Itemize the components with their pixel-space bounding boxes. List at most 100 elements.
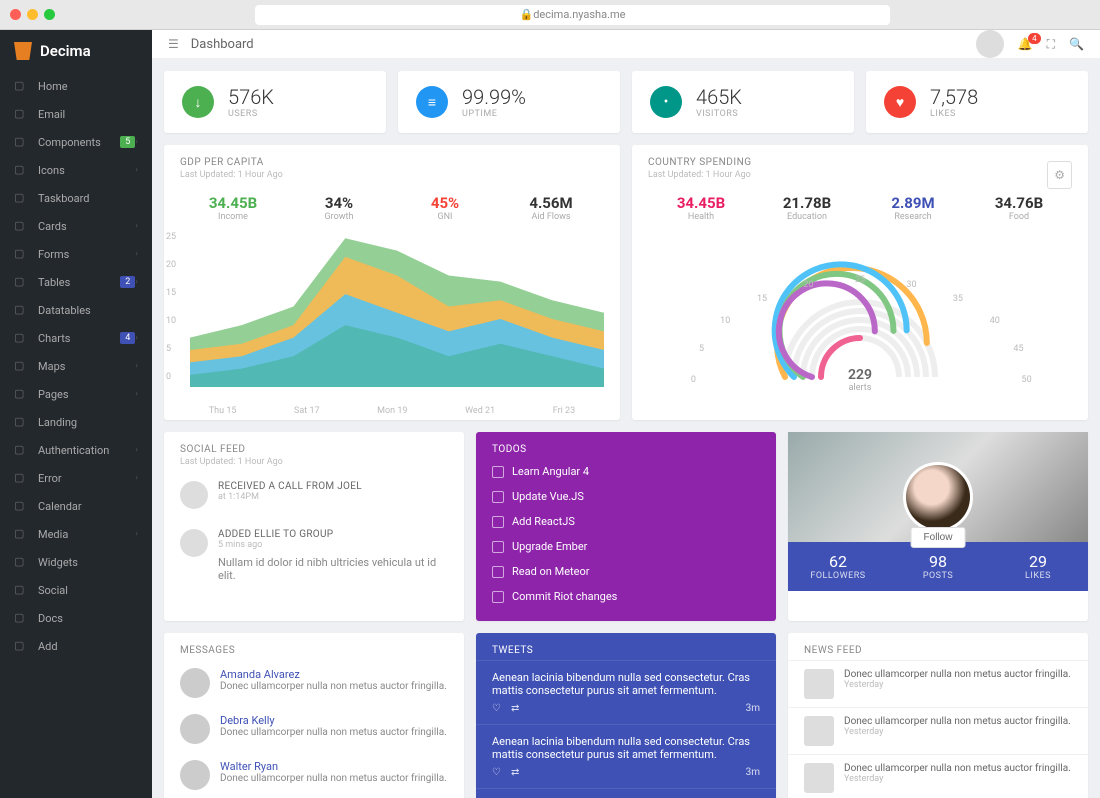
message-sender: Debra Kelly: [220, 714, 447, 727]
sidebar-item-authentication[interactable]: ▢Authentication›: [0, 436, 152, 464]
tweet-item: Aenean lacinia bibendum nulla sed consec…: [476, 788, 776, 798]
chevron-right-icon: ›: [135, 445, 138, 455]
url-bar[interactable]: 🔒 decima.nyasha.me: [255, 5, 890, 25]
todo-item[interactable]: Update Vue.JS: [476, 484, 776, 509]
social-icon: ▢: [14, 583, 28, 597]
news-item[interactable]: Donec ullamcorper nulla non metus auctor…: [788, 707, 1088, 754]
checkbox[interactable]: [492, 466, 504, 478]
todo-item[interactable]: Commit Riot changes: [476, 584, 776, 609]
checkbox[interactable]: [492, 491, 504, 503]
country-stat-label: Health: [648, 212, 754, 222]
todo-item[interactable]: Upgrade Ember: [476, 534, 776, 559]
chevron-right-icon: ›: [135, 277, 138, 287]
message-item[interactable]: Amanda AlvarezDonec ullamcorper nulla no…: [164, 660, 464, 706]
chevron-right-icon: ›: [135, 221, 138, 231]
topbar: ☰ Dashboard 🔔 ⛶ 🔍: [152, 30, 1100, 59]
sidebar-item-tables[interactable]: ▢Tables2›: [0, 268, 152, 296]
sidebar-item-charts[interactable]: ▢Charts4›: [0, 324, 152, 352]
messages-title: MESSAGES: [180, 645, 448, 656]
media-icon: ▢: [14, 527, 28, 541]
sidebar-item-datatables[interactable]: ▢Datatables: [0, 296, 152, 324]
social-feed-sub: Last Updated: 1 Hour Ago: [180, 457, 448, 467]
profile-avatar[interactable]: [903, 462, 973, 532]
tweet-item: Aenean lacinia bibendum nulla sed consec…: [476, 724, 776, 788]
profile-stat[interactable]: 62FOLLOWERS: [788, 542, 888, 591]
todo-item[interactable]: Learn Angular 4: [476, 459, 776, 484]
home-icon: ▢: [14, 79, 28, 93]
traffic-yellow[interactable]: [27, 9, 38, 20]
brand[interactable]: Decima: [0, 30, 152, 72]
user-avatar[interactable]: [976, 30, 1004, 58]
feed-item[interactable]: ADDED ELLIE TO GROUP5 mins agoNullam id …: [164, 519, 464, 592]
news-body: Donec ullamcorper nulla non metus auctor…: [844, 716, 1071, 727]
sidebar-item-docs[interactable]: ▢Docs: [0, 604, 152, 632]
sidebar-item-taskboard[interactable]: ▢Taskboard: [0, 184, 152, 212]
sidebar-item-widgets[interactable]: ▢Widgets: [0, 548, 152, 576]
message-item[interactable]: Debra KellyDonec ullamcorper nulla non m…: [164, 706, 464, 752]
menu-toggle-icon[interactable]: ☰: [168, 37, 179, 51]
sidebar-item-landing[interactable]: ▢Landing: [0, 408, 152, 436]
fullscreen-icon[interactable]: ⛶: [1047, 37, 1055, 52]
checkbox[interactable]: [492, 591, 504, 603]
notifications-icon[interactable]: 🔔: [1018, 37, 1033, 51]
avatar: [180, 760, 210, 790]
profile-stat[interactable]: 29LIKES: [988, 542, 1088, 591]
avatar: [804, 669, 834, 699]
todo-item[interactable]: Read on Meteor: [476, 559, 776, 584]
sidebar-item-add[interactable]: ▢Add: [0, 632, 152, 660]
search-icon[interactable]: 🔍: [1069, 37, 1084, 51]
sidebar-item-error[interactable]: ▢Error›: [0, 464, 152, 492]
sidebar-item-home[interactable]: ▢Home: [0, 72, 152, 100]
message-item[interactable]: Walter RyanDonec ullamcorper nulla non m…: [164, 752, 464, 798]
kpi-label: USERS: [228, 109, 274, 119]
news-body: Donec ullamcorper nulla non metus auctor…: [844, 763, 1071, 774]
profile-stat[interactable]: 98POSTS: [888, 542, 988, 591]
sidebar-item-calendar[interactable]: ▢Calendar: [0, 492, 152, 520]
traffic-red[interactable]: [10, 9, 21, 20]
kpi-value: 99.99%: [462, 85, 526, 109]
share-icon[interactable]: ⇄: [511, 767, 519, 778]
sidebar-item-maps[interactable]: ▢Maps›: [0, 352, 152, 380]
feed-item-title: ADDED ELLIE TO GROUP: [218, 529, 448, 540]
checkbox[interactable]: [492, 541, 504, 553]
country-panel: COUNTRY SPENDING Last Updated: 1 Hour Ag…: [632, 145, 1088, 420]
pie-icon: ▢: [14, 331, 28, 345]
checkbox[interactable]: [492, 566, 504, 578]
avatar: [180, 714, 210, 744]
sidebar-item-email[interactable]: ▢Email: [0, 100, 152, 128]
settings-icon[interactable]: ⚙: [1047, 161, 1072, 189]
follow-button[interactable]: Follow: [911, 527, 966, 548]
kpi-label: UPTIME: [462, 109, 526, 119]
sidebar-item-pages[interactable]: ▢Pages›: [0, 380, 152, 408]
sidebar-item-social[interactable]: ▢Social: [0, 576, 152, 604]
gauge-chart: 229 alerts 05101520253035404550: [632, 232, 1088, 412]
feed-item-body: Nullam id dolor id nibh ultricies vehicu…: [218, 556, 448, 582]
sidebar-item-forms[interactable]: ▢Forms›: [0, 240, 152, 268]
share-icon[interactable]: ⇄: [511, 703, 519, 714]
lock-icon: ▢: [14, 443, 28, 457]
news-item[interactable]: Donec ullamcorper nulla non metus auctor…: [788, 754, 1088, 798]
sidebar: Decima ▢Home▢Email▢Components5›▢Icons›▢T…: [0, 30, 152, 798]
news-item[interactable]: Donec ullamcorper nulla non metus auctor…: [788, 660, 1088, 707]
feed-item[interactable]: RECEIVED A CALL FROM JOELat 1:14PM: [164, 471, 464, 519]
sidebar-item-components[interactable]: ▢Components5›: [0, 128, 152, 156]
sidebar-item-icons[interactable]: ▢Icons›: [0, 156, 152, 184]
todo-label: Read on Meteor: [512, 565, 589, 578]
chevron-right-icon: ›: [135, 529, 138, 539]
country-stat-value: 34.45B: [648, 194, 754, 212]
todo-item[interactable]: Add ReactJS: [476, 509, 776, 534]
country-stat-label: Food: [966, 212, 1072, 222]
heart-icon[interactable]: ♡: [492, 767, 501, 778]
grid-icon: ▢: [14, 135, 28, 149]
heart-icon[interactable]: ♡: [492, 703, 501, 714]
country-title: COUNTRY SPENDING: [648, 157, 1072, 168]
sidebar-item-cards[interactable]: ▢Cards›: [0, 212, 152, 240]
sidebar-item-media[interactable]: ▢Media›: [0, 520, 152, 548]
checkbox[interactable]: [492, 516, 504, 528]
tweet-time: 3m: [746, 703, 760, 714]
gdp-panel: GDP PER CAPITA Last Updated: 1 Hour Ago …: [164, 145, 620, 420]
kpi-value: 465K: [696, 85, 742, 109]
kpi-icon: •: [650, 86, 682, 118]
traffic-green[interactable]: [44, 9, 55, 20]
kpi-icon: ↓: [182, 86, 214, 118]
